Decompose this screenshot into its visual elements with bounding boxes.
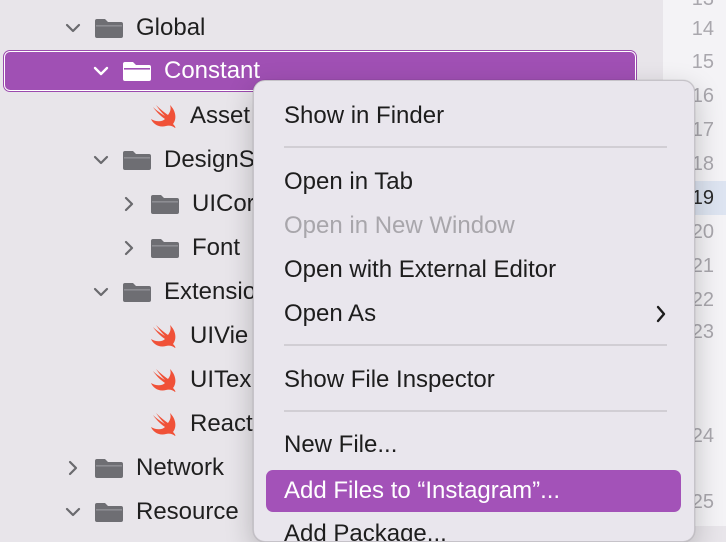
tree-row-label: UIVie — [190, 322, 249, 349]
tree-row-label: React — [190, 410, 253, 437]
menu-separator — [284, 146, 667, 148]
tree-row-extension[interactable]: Extensio — [90, 270, 256, 314]
tree-row-label: DesignS — [164, 146, 255, 173]
line-number: 14 — [691, 18, 714, 40]
line-number: 23 — [691, 321, 714, 343]
tree-row-label: Resource — [136, 498, 239, 525]
line-number: 25 — [691, 491, 714, 513]
folder-icon — [122, 60, 152, 82]
line-number: 22 — [691, 289, 714, 311]
tree-row-react[interactable]: React — [150, 402, 253, 446]
tree-row-resource[interactable]: Resource — [62, 490, 239, 534]
tree-row-uitext[interactable]: UITex — [150, 358, 251, 402]
tree-row-label: Extensio — [164, 278, 257, 305]
tree-row-label: Network — [136, 454, 225, 481]
menu-item-label: Open As — [284, 300, 377, 327]
tree-row-label: Constant — [164, 57, 261, 84]
swift-file-icon — [150, 103, 178, 129]
menu-item-show-in-finder[interactable]: Show in Finder — [266, 97, 681, 135]
tree-row-label: UICor — [192, 190, 255, 217]
tree-row-global[interactable]: Global — [62, 6, 205, 50]
tree-row-label: Asset — [190, 102, 251, 129]
line-number: 15 — [691, 51, 714, 73]
folder-icon — [122, 281, 152, 303]
menu-separator — [284, 410, 667, 412]
tree-row-uiview[interactable]: UIVie — [150, 314, 248, 358]
tree-row-asset[interactable]: Asset — [150, 94, 250, 138]
folder-icon — [94, 501, 124, 523]
swift-file-icon — [150, 323, 178, 349]
tree-row-font[interactable]: Font — [118, 226, 240, 270]
folder-icon — [150, 237, 180, 259]
swift-file-icon — [150, 367, 178, 393]
menu-item-new-file[interactable]: New File... — [266, 426, 681, 464]
chevron-right-icon[interactable] — [118, 237, 140, 259]
menu-item-show-file-inspector[interactable]: Show File Inspector — [266, 361, 681, 399]
chevron-down-icon[interactable] — [90, 281, 112, 303]
tree-row-constant[interactable]: Constant — [90, 49, 260, 93]
chevron-down-icon[interactable] — [62, 17, 84, 39]
line-number: 13 — [692, 0, 714, 11]
tree-row-network[interactable]: Network — [62, 446, 224, 490]
menu-item-open-as[interactable]: Open As — [266, 295, 681, 333]
chevron-right-icon[interactable] — [118, 193, 140, 215]
menu-item-add-package[interactable]: Add Package... — [266, 515, 681, 541]
menu-separator — [284, 344, 667, 346]
line-number: 24 — [691, 425, 714, 447]
line-number: 18 — [691, 153, 714, 175]
menu-item-open-in-new-window: Open in New Window — [284, 212, 515, 239]
tree-row-label: Global — [136, 14, 206, 41]
current-line-number: 19 — [691, 187, 714, 209]
folder-icon — [150, 193, 180, 215]
line-number: 16 — [691, 85, 714, 107]
context-menu: Show in Finder Open in Tab Open in New W… — [253, 80, 695, 542]
chevron-right-icon[interactable] — [62, 457, 84, 479]
tree-row-label: UITex — [190, 366, 252, 393]
line-number: 21 — [691, 255, 714, 277]
menu-item-open-with-external-editor[interactable]: Open with External Editor — [266, 251, 681, 289]
line-number: 17 — [691, 119, 714, 141]
chevron-right-icon — [655, 303, 667, 331]
tree-row-uicolor[interactable]: UICor — [118, 182, 255, 226]
tree-row-label: Font — [192, 234, 241, 261]
menu-item-open-in-tab[interactable]: Open in Tab — [266, 163, 681, 201]
chevron-down-icon[interactable] — [90, 149, 112, 171]
line-number: 20 — [691, 221, 714, 243]
folder-icon — [94, 17, 124, 39]
tree-row-designsystem[interactable]: DesignS — [90, 138, 255, 182]
menu-item-add-files[interactable]: Add Files to “Instagram”... — [266, 470, 681, 512]
chevron-down-icon[interactable] — [62, 501, 84, 523]
folder-icon — [94, 457, 124, 479]
swift-file-icon — [150, 411, 178, 437]
folder-icon — [122, 149, 152, 171]
chevron-down-icon[interactable] — [90, 60, 112, 82]
